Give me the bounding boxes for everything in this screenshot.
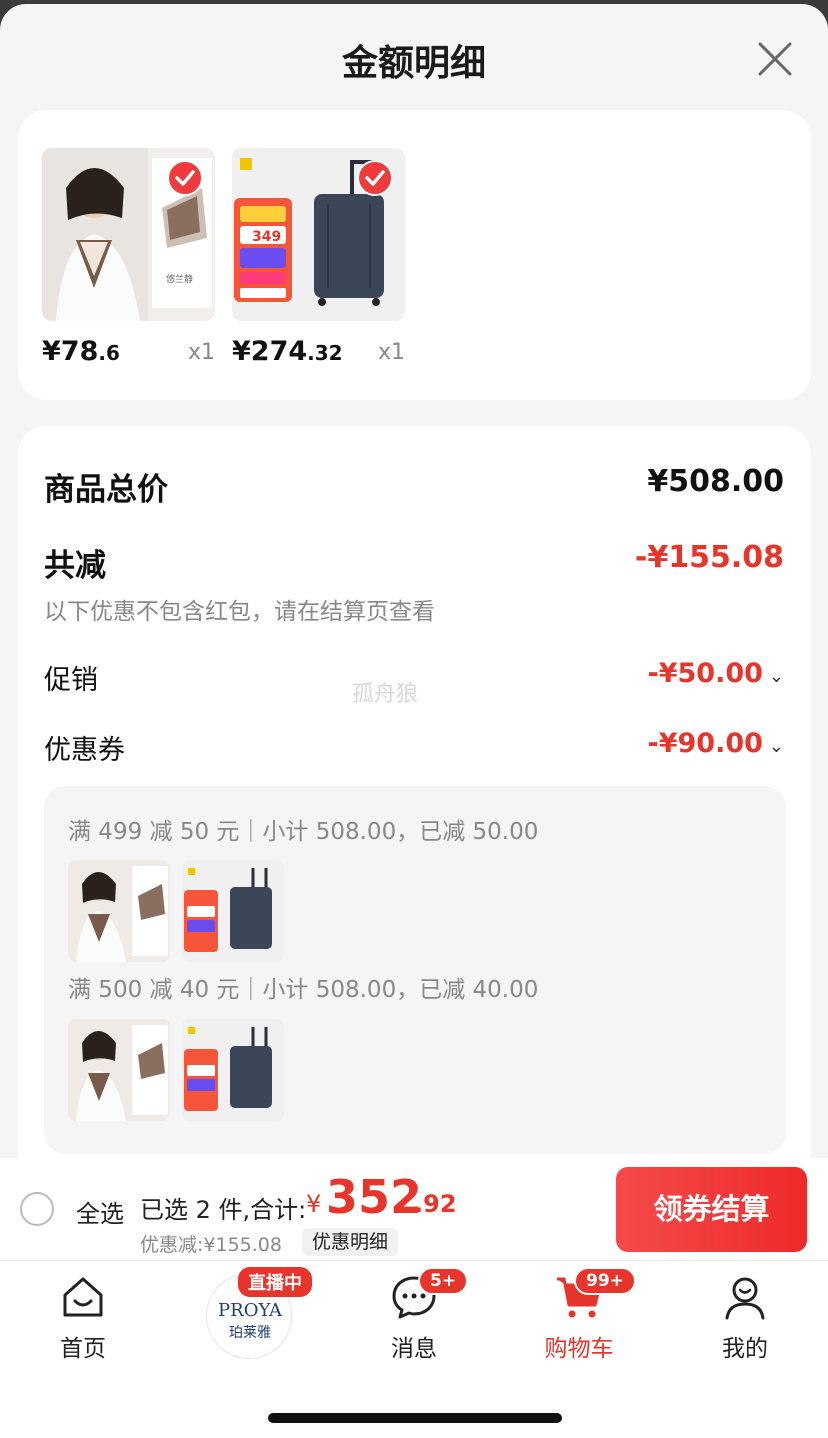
total-price-label: 商品总价 [44, 472, 168, 508]
watermark-text: 孤舟狼 [352, 682, 419, 707]
tab-mine-label: 我的 [722, 1336, 768, 1362]
coupon-value: -¥90.00 [647, 728, 763, 759]
select-all-radio[interactable] [20, 1192, 54, 1226]
checkmark-icon [167, 160, 203, 196]
messages-badge: 5+ [418, 1267, 469, 1295]
selected-products-card: 悠兰静 ¥78.6 x1 349 ¥274.32 x1 [18, 110, 811, 400]
sheet-title: 金额明细 [341, 43, 486, 84]
luggage-suitcase-image: 349 [232, 148, 405, 321]
svg-text:悠兰静: 悠兰静 [166, 273, 193, 285]
brand-logo-text: PROYA [218, 1300, 282, 1321]
promo-value: -¥50.00 [647, 658, 763, 689]
total-reduce-value: -¥155.08 [634, 540, 784, 575]
svg-text:349: 349 [252, 229, 281, 245]
checkout-bar: 全选 已选 2 件,合计: ¥ 352 .92 优惠减:¥155.08 优惠明细… [0, 1158, 828, 1258]
discount-amount: 优惠减:¥155.08 [140, 1234, 282, 1256]
coupon-product-thumbs [68, 1019, 290, 1121]
silk-scarf-model-thumbnail [68, 1019, 170, 1121]
total-reduce-label: 共减 [44, 548, 106, 584]
product-quantity: x1 [377, 340, 405, 365]
promo-label: 促销 [44, 665, 98, 696]
product-price: ¥78.6 [42, 336, 120, 367]
tab-cart-label: 购物车 [544, 1336, 614, 1362]
discount-detail-button[interactable]: 优惠明细 [302, 1228, 399, 1256]
bottom-tab-bar: 首页 PROYA 珀莱雅 直播中 消息 5+ 购物车 99+ 我的 [0, 1260, 828, 1438]
chevron-down-icon[interactable]: ⌄ [769, 736, 784, 757]
live-badge: 直播中 [236, 1265, 314, 1299]
user-profile-icon [721, 1273, 769, 1321]
tab-home[interactable]: 首页 [23, 1273, 143, 1363]
reduce-note: 以下优惠不包含红包，请在结算页查看 [44, 599, 435, 625]
total-amount-integer: 352 [326, 1170, 423, 1224]
cart-badge: 99+ [574, 1267, 636, 1295]
coupon-product-thumbs [68, 860, 290, 962]
luggage-suitcase-thumbnail [182, 860, 284, 962]
tab-home-label: 首页 [60, 1336, 106, 1362]
total-amount-decimal: .92 [414, 1190, 457, 1218]
total-currency: ¥ [306, 1190, 322, 1218]
home-indicator [268, 1413, 562, 1423]
silk-scarf-model-image: 悠兰静 [42, 148, 215, 321]
tab-messages-label: 消息 [391, 1336, 437, 1362]
checkmark-icon [357, 160, 393, 196]
amount-detail-sheet: 金额明细 悠兰静 ¥78.6 x1 349 ¥274.32 x1 商品总价 ¥5… [0, 4, 828, 1184]
home-icon [59, 1273, 107, 1321]
checkout-button[interactable]: 领券结算 [616, 1167, 807, 1252]
luggage-suitcase-thumbnail [182, 1019, 284, 1121]
coupon-rule-text: 满 499 减 50 元｜小计 508.00，已减 50.00 [68, 819, 539, 845]
coupon-detail-box: 满 499 减 50 元｜小计 508.00，已减 50.00 满 500 减 … [44, 786, 786, 1154]
price-breakdown-card: 商品总价 ¥508.00 共减 -¥155.08 以下优惠不包含红包，请在结算页… [18, 426, 811, 1184]
product-quantity: x1 [187, 340, 215, 365]
coupon-rule-text: 满 500 减 40 元｜小计 508.00，已减 40.00 [68, 977, 539, 1003]
chevron-down-icon[interactable]: ⌄ [769, 666, 784, 687]
total-price-value: ¥508.00 [647, 464, 784, 499]
silk-scarf-model-thumbnail [68, 860, 170, 962]
brand-logo-cn: 珀莱雅 [229, 1325, 271, 1341]
coupon-label: 优惠券 [44, 735, 125, 766]
selected-count-label: 已选 2 件,合计: [140, 1196, 307, 1224]
tab-mine[interactable]: 我的 [685, 1273, 805, 1363]
close-icon[interactable] [752, 36, 798, 82]
select-all-label[interactable]: 全选 [76, 1194, 124, 1229]
product-price: ¥274.32 [232, 336, 343, 367]
